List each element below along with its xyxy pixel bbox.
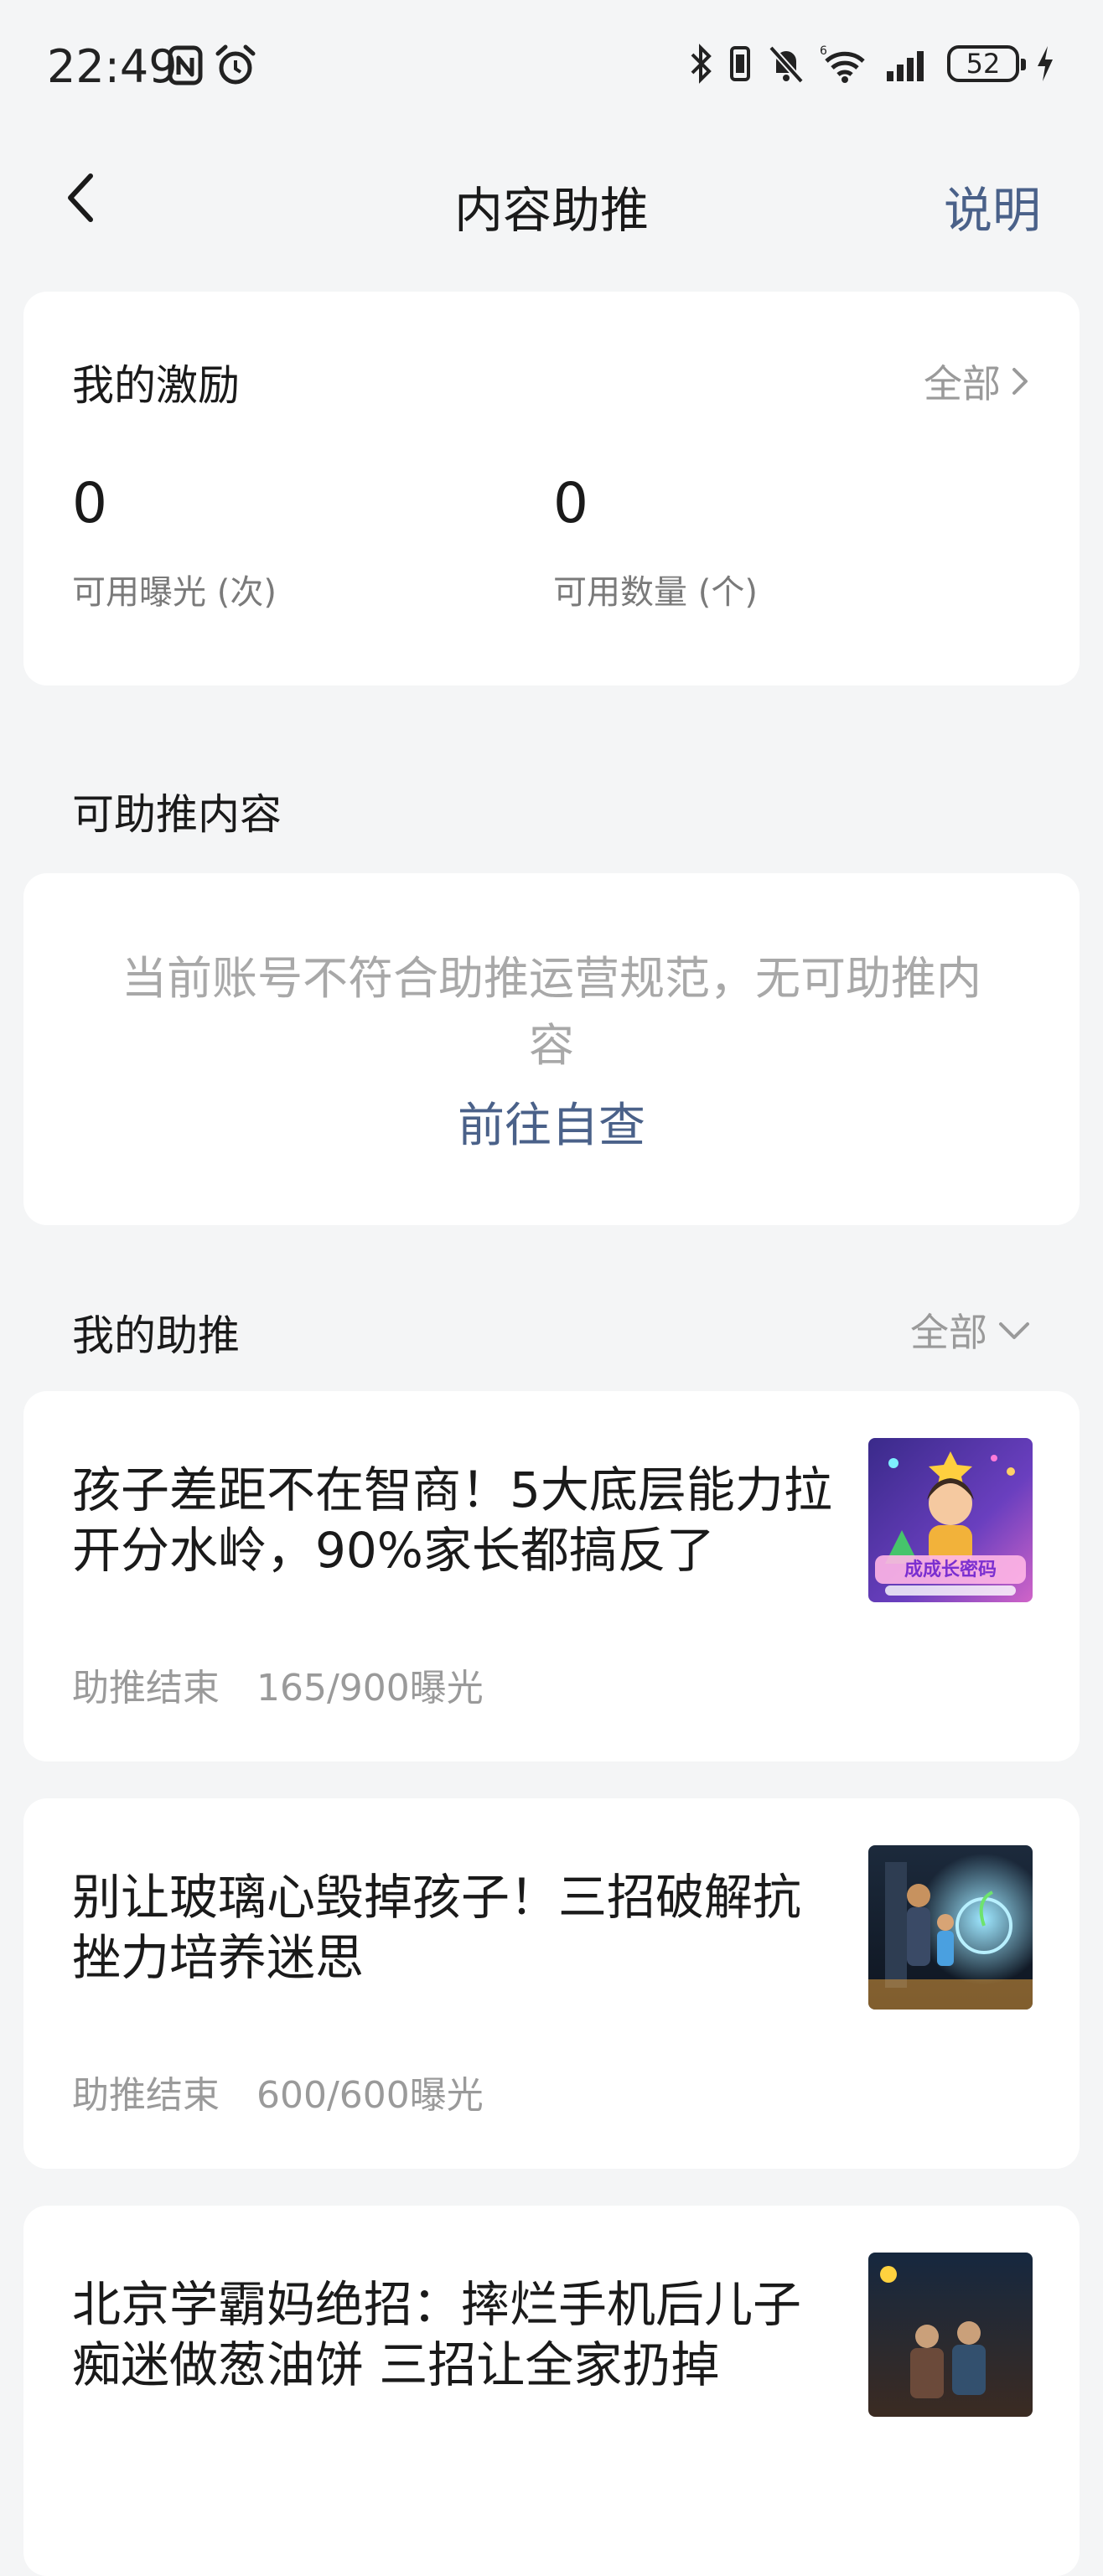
boost-item-title: 孩子差距不在智商！5大底层能力拉开分水岭，90%家长都搞反了 bbox=[72, 1461, 832, 1579]
boost-item[interactable]: 北京学霸妈绝招：摔烂手机后儿子痴迷做葱油饼 三招让全家扔掉 bbox=[23, 2206, 1080, 2576]
my-boosts-section-title: 我的助推 bbox=[72, 1311, 240, 1360]
wifi-icon: 6 bbox=[820, 44, 865, 83]
incentive-all-link[interactable]: 全部 bbox=[924, 354, 1031, 409]
exposure-value: 0 bbox=[72, 471, 107, 535]
status-time: 22:49 bbox=[47, 40, 178, 93]
boost-item-thumbnail bbox=[868, 1845, 1033, 2010]
help-link[interactable]: 说明 bbox=[944, 171, 1041, 241]
boost-item-status: 助推结束 bbox=[72, 2074, 220, 2117]
boost-item-meta: 助推结束 600/600曝光 bbox=[72, 2065, 484, 2118]
boost-item[interactable]: 孩子差距不在智商！5大底层能力拉开分水岭，90%家长都搞反了 助推结束 165/… bbox=[23, 1391, 1080, 1761]
svg-text:6: 6 bbox=[820, 44, 827, 58]
my-boosts-filter-label: 全部 bbox=[910, 1310, 987, 1355]
incentive-title: 我的激励 bbox=[72, 361, 240, 410]
mute-icon bbox=[769, 45, 804, 84]
status-right-group: 6 52 bbox=[689, 39, 1056, 89]
boostable-section-title: 可助推内容 bbox=[72, 790, 282, 839]
boost-item-thumbnail: 成成长密码 bbox=[868, 1438, 1033, 1602]
boost-item-meta: 助推结束 165/900曝光 bbox=[72, 1658, 484, 1711]
boost-item-thumbnail-caption: 成成长密码 bbox=[904, 1559, 997, 1580]
nav-bar: 内容助推 说明 bbox=[0, 134, 1103, 260]
quantity-label: 可用数量 (个) bbox=[553, 573, 758, 612]
boostable-notice-card: 当前账号不符合助推运营规范，无可助推内容 前往自查 bbox=[23, 873, 1080, 1225]
quantity-value: 0 bbox=[553, 471, 588, 535]
exposure-label: 可用曝光 (次) bbox=[72, 573, 277, 612]
incentive-all-label: 全部 bbox=[924, 361, 1001, 406]
boost-item-progress: 165/900曝光 bbox=[256, 1667, 484, 1710]
boost-item-title: 北京学霸妈绝招：摔烂手机后儿子痴迷做葱油饼 三招让全家扔掉 bbox=[72, 2276, 802, 2393]
boost-item-status: 助推结束 bbox=[72, 1667, 220, 1710]
charging-icon bbox=[1038, 46, 1053, 81]
incentive-card: 我的激励 全部 0 可用曝光 (次) 0 可用数量 (个) bbox=[23, 292, 1080, 685]
vibrate-icon bbox=[730, 46, 750, 81]
page-title: 内容助推 bbox=[453, 182, 649, 239]
bluetooth-icon bbox=[691, 44, 712, 84]
signal-icon bbox=[887, 51, 924, 81]
self-check-link[interactable]: 前往自查 bbox=[23, 1088, 1080, 1156]
boost-item-thumbnail bbox=[868, 2253, 1033, 2417]
chevron-right-icon bbox=[1012, 368, 1028, 395]
boost-item-title: 别让玻璃心毁掉孩子！三招破解抗挫力培养迷思 bbox=[72, 1869, 802, 1986]
boostable-notice: 当前账号不符合助推运营规范，无可助推内容 bbox=[122, 952, 981, 1072]
boost-item-progress: 600/600曝光 bbox=[256, 2074, 484, 2117]
battery-indicator: 52 bbox=[947, 45, 1026, 82]
chevron-down-icon bbox=[999, 1322, 1029, 1339]
boost-item[interactable]: 别让玻璃心毁掉孩子！三招破解抗挫力培养迷思 助推结束 600/600曝光 bbox=[23, 1798, 1080, 2169]
alarm-icon bbox=[215, 44, 256, 85]
status-bar: 22:49 6 52 bbox=[0, 0, 1103, 134]
nfc-icon bbox=[168, 45, 203, 85]
my-boosts-filter[interactable]: 全部 bbox=[910, 1302, 1031, 1358]
battery-level: 52 bbox=[966, 48, 1001, 80]
